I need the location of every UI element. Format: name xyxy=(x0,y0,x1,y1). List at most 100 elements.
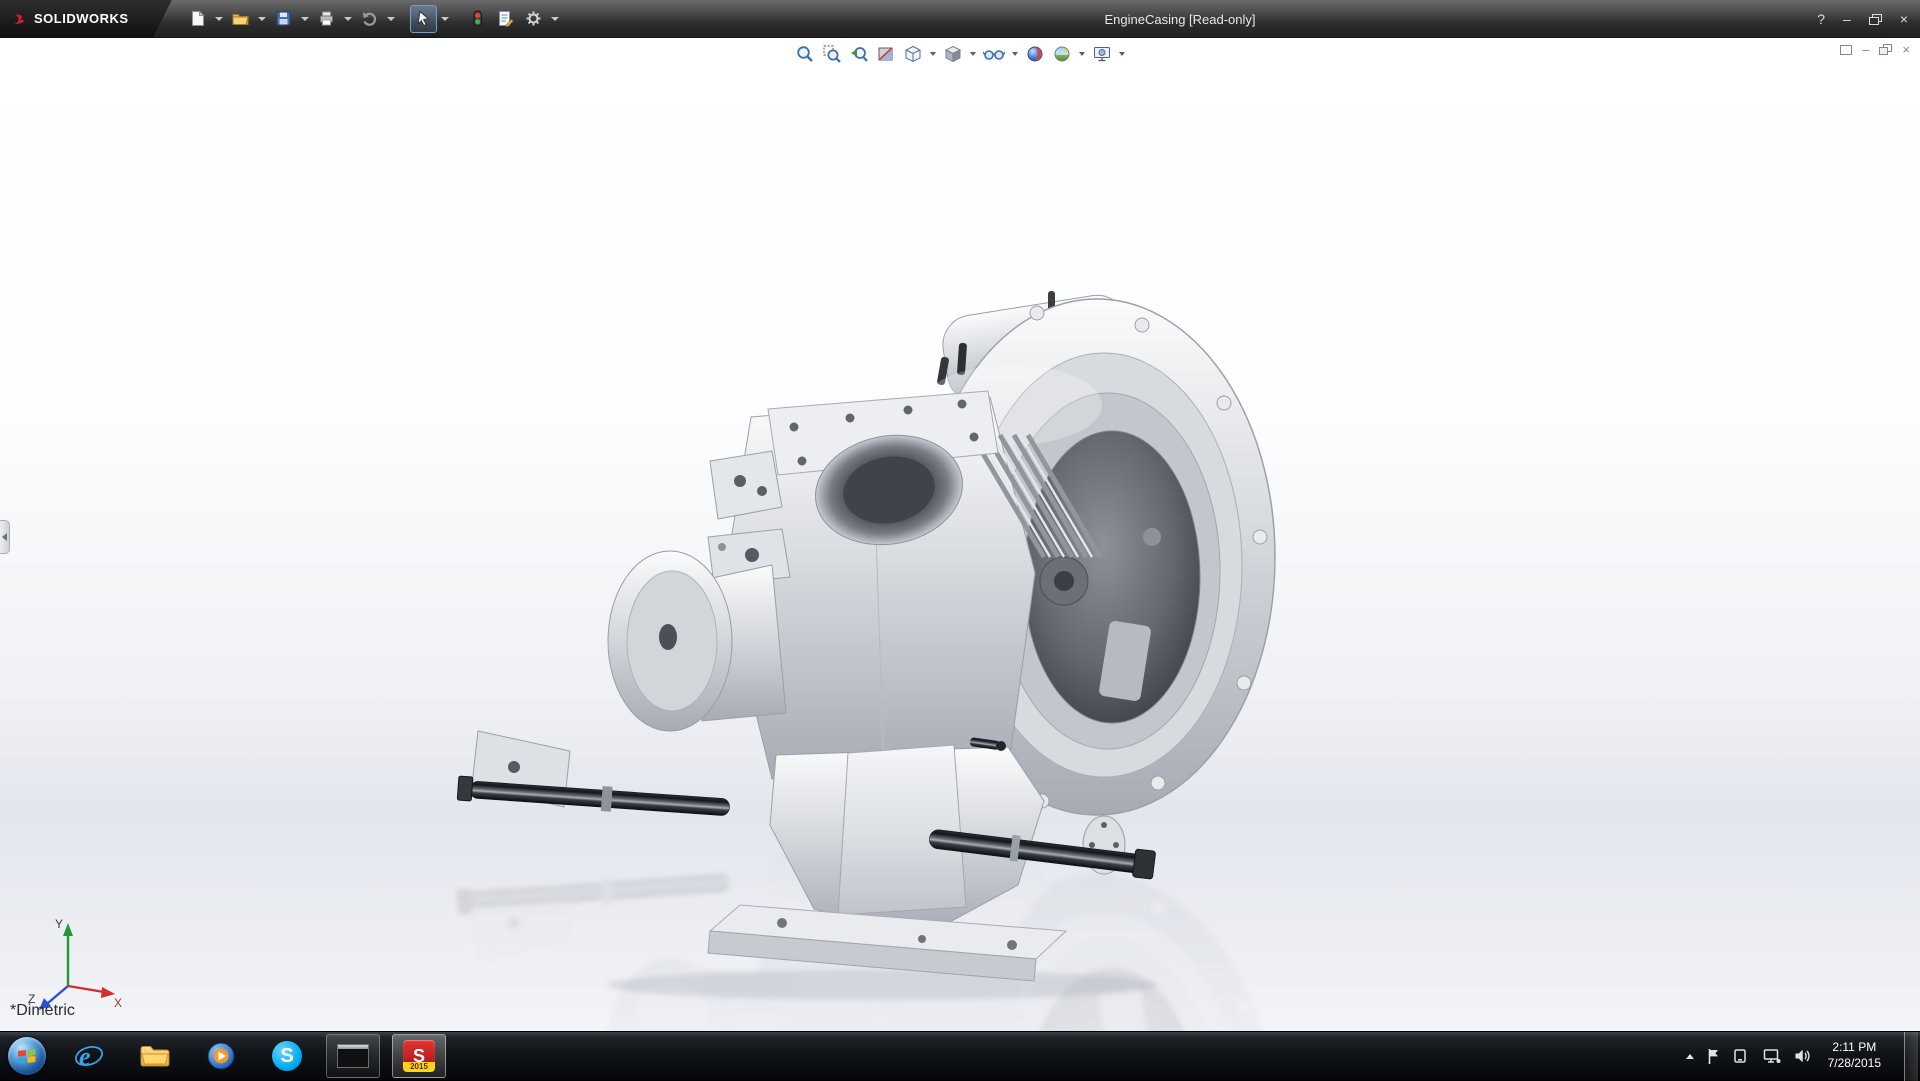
display-style-dropdown[interactable] xyxy=(970,52,976,56)
triad-x-label: X xyxy=(114,996,122,1010)
close-button[interactable]: × xyxy=(1900,11,1908,27)
new-document-button[interactable] xyxy=(184,5,211,33)
save-dropdown[interactable] xyxy=(301,16,309,21)
display-style-cube-icon xyxy=(944,45,962,63)
doc-minimize-button[interactable]: – xyxy=(1862,43,1869,56)
solidworks-version-badge: 2015 xyxy=(403,1062,435,1072)
rebuild-button[interactable] xyxy=(464,5,491,33)
rebuild-icon xyxy=(473,10,482,27)
brand-text: SOLIDWORKS xyxy=(34,11,129,26)
media-player-button[interactable] xyxy=(194,1034,248,1078)
zoom-to-fit-icon xyxy=(797,46,813,62)
hide-show-items-dropdown[interactable] xyxy=(1012,52,1018,56)
view-settings-dropdown[interactable] xyxy=(1119,52,1125,56)
undo-button[interactable] xyxy=(356,5,383,33)
select-dropdown[interactable] xyxy=(441,16,449,21)
display-network-icon[interactable] xyxy=(1763,1048,1781,1064)
file-properties-button[interactable] xyxy=(492,5,519,33)
skype-icon: S xyxy=(272,1041,302,1071)
internet-explorer-icon: e xyxy=(74,1042,104,1071)
zoom-to-area-icon xyxy=(823,45,841,63)
standard-toolbar xyxy=(184,4,562,33)
start-button[interactable] xyxy=(0,1032,54,1081)
model-geometry[interactable] xyxy=(457,291,1275,981)
section-view-button[interactable] xyxy=(874,41,898,67)
save-button[interactable] xyxy=(270,5,297,33)
new-document-dropdown[interactable] xyxy=(215,16,223,21)
show-desktop-button[interactable] xyxy=(1904,1031,1918,1081)
hide-show-glasses-icon xyxy=(983,50,1005,60)
document-title: EngineCasing [Read-only] xyxy=(1104,11,1256,27)
print-dropdown[interactable] xyxy=(344,16,352,21)
view-settings-button[interactable] xyxy=(1090,41,1114,67)
options-dropdown[interactable] xyxy=(551,16,559,21)
file-properties-icon xyxy=(499,11,514,28)
section-view-icon xyxy=(878,47,893,61)
zoom-to-fit-button[interactable] xyxy=(793,41,817,67)
system-tray: 2:11 PM 7/28/2015 xyxy=(1685,1031,1920,1081)
model-shadow xyxy=(607,970,1157,1000)
doc-new-window-icon[interactable] xyxy=(1840,44,1853,55)
command-prompt-button[interactable] xyxy=(326,1034,380,1078)
show-hidden-icons-button[interactable] xyxy=(1685,1053,1694,1059)
doc-restore-button[interactable] xyxy=(1879,44,1893,55)
restore-button[interactable] xyxy=(1868,13,1882,25)
engine-casing-model[interactable] xyxy=(452,285,1292,1031)
apply-scene-dropdown[interactable] xyxy=(1079,52,1085,56)
zoom-to-area-button[interactable] xyxy=(820,41,844,67)
previous-view-icon xyxy=(851,47,868,62)
edit-appearance-sphere-icon xyxy=(1027,46,1043,62)
feature-panel-flyout-handle[interactable] xyxy=(0,520,10,554)
apply-scene-button[interactable] xyxy=(1050,41,1074,67)
windows-explorer-button[interactable] xyxy=(128,1034,182,1078)
collapse-arrow-icon xyxy=(2,533,7,541)
tray-clock[interactable]: 2:11 PM 7/28/2015 xyxy=(1828,1040,1881,1071)
internet-explorer-button[interactable]: e xyxy=(62,1034,116,1078)
view-orientation-label: *Dimetric xyxy=(10,1002,75,1019)
open-dropdown[interactable] xyxy=(258,16,266,21)
previous-view-button[interactable] xyxy=(847,41,871,67)
doc-close-button[interactable]: × xyxy=(1902,43,1910,56)
skype-button[interactable]: S xyxy=(260,1034,314,1078)
minimize-button[interactable]: – xyxy=(1843,11,1851,27)
orientation-triad: Y X Z xyxy=(28,917,122,1010)
windows-orb-icon xyxy=(8,1037,46,1075)
options-button[interactable] xyxy=(520,5,547,33)
undo-dropdown[interactable] xyxy=(387,16,395,21)
solidworks-logo: SOLIDWORKS xyxy=(0,0,172,38)
media-player-icon xyxy=(207,1042,235,1070)
view-orientation-cube-icon xyxy=(905,45,921,63)
save-icon xyxy=(276,11,291,26)
heads-up-view-toolbar xyxy=(793,41,1127,67)
view-orientation-dropdown[interactable] xyxy=(930,52,936,56)
taskbar: e S S 2015 2:11 PM 7/28/2015 xyxy=(0,1031,1920,1081)
solidworks-taskbar-button[interactable]: S 2015 xyxy=(392,1034,446,1078)
apply-scene-sphere-icon xyxy=(1054,46,1070,62)
windows-flag-icon xyxy=(18,1048,36,1064)
new-document-icon xyxy=(192,10,205,26)
triad-y-label: Y xyxy=(55,917,63,931)
volume-icon[interactable] xyxy=(1794,1048,1811,1064)
open-icon xyxy=(232,14,249,25)
folder-icon xyxy=(140,1046,170,1067)
command-prompt-titlebar xyxy=(338,1045,368,1049)
view-settings-icon xyxy=(1094,47,1110,62)
options-gear-icon xyxy=(526,11,541,26)
print-icon xyxy=(320,11,333,26)
select-button[interactable] xyxy=(410,4,437,33)
document-window-controls: – × xyxy=(1840,43,1910,56)
hide-show-items-button[interactable] xyxy=(981,41,1007,67)
help-button[interactable]: ? xyxy=(1817,11,1825,27)
print-button[interactable] xyxy=(313,5,340,33)
tray-time: 2:11 PM xyxy=(1832,1040,1877,1055)
undo-icon xyxy=(363,12,377,26)
solidworks-app-icon: S 2015 xyxy=(403,1040,435,1072)
open-button[interactable] xyxy=(227,5,254,33)
device-icon[interactable] xyxy=(1733,1048,1750,1064)
view-orientation-button[interactable] xyxy=(901,41,925,67)
action-center-flag-icon[interactable] xyxy=(1707,1048,1720,1065)
display-style-button[interactable] xyxy=(941,41,965,67)
pinned-apps: e S S 2015 xyxy=(62,1034,446,1078)
graphics-viewport[interactable]: – × Y X Z *Dimetric xyxy=(0,38,1920,1031)
edit-appearance-button[interactable] xyxy=(1023,41,1047,67)
